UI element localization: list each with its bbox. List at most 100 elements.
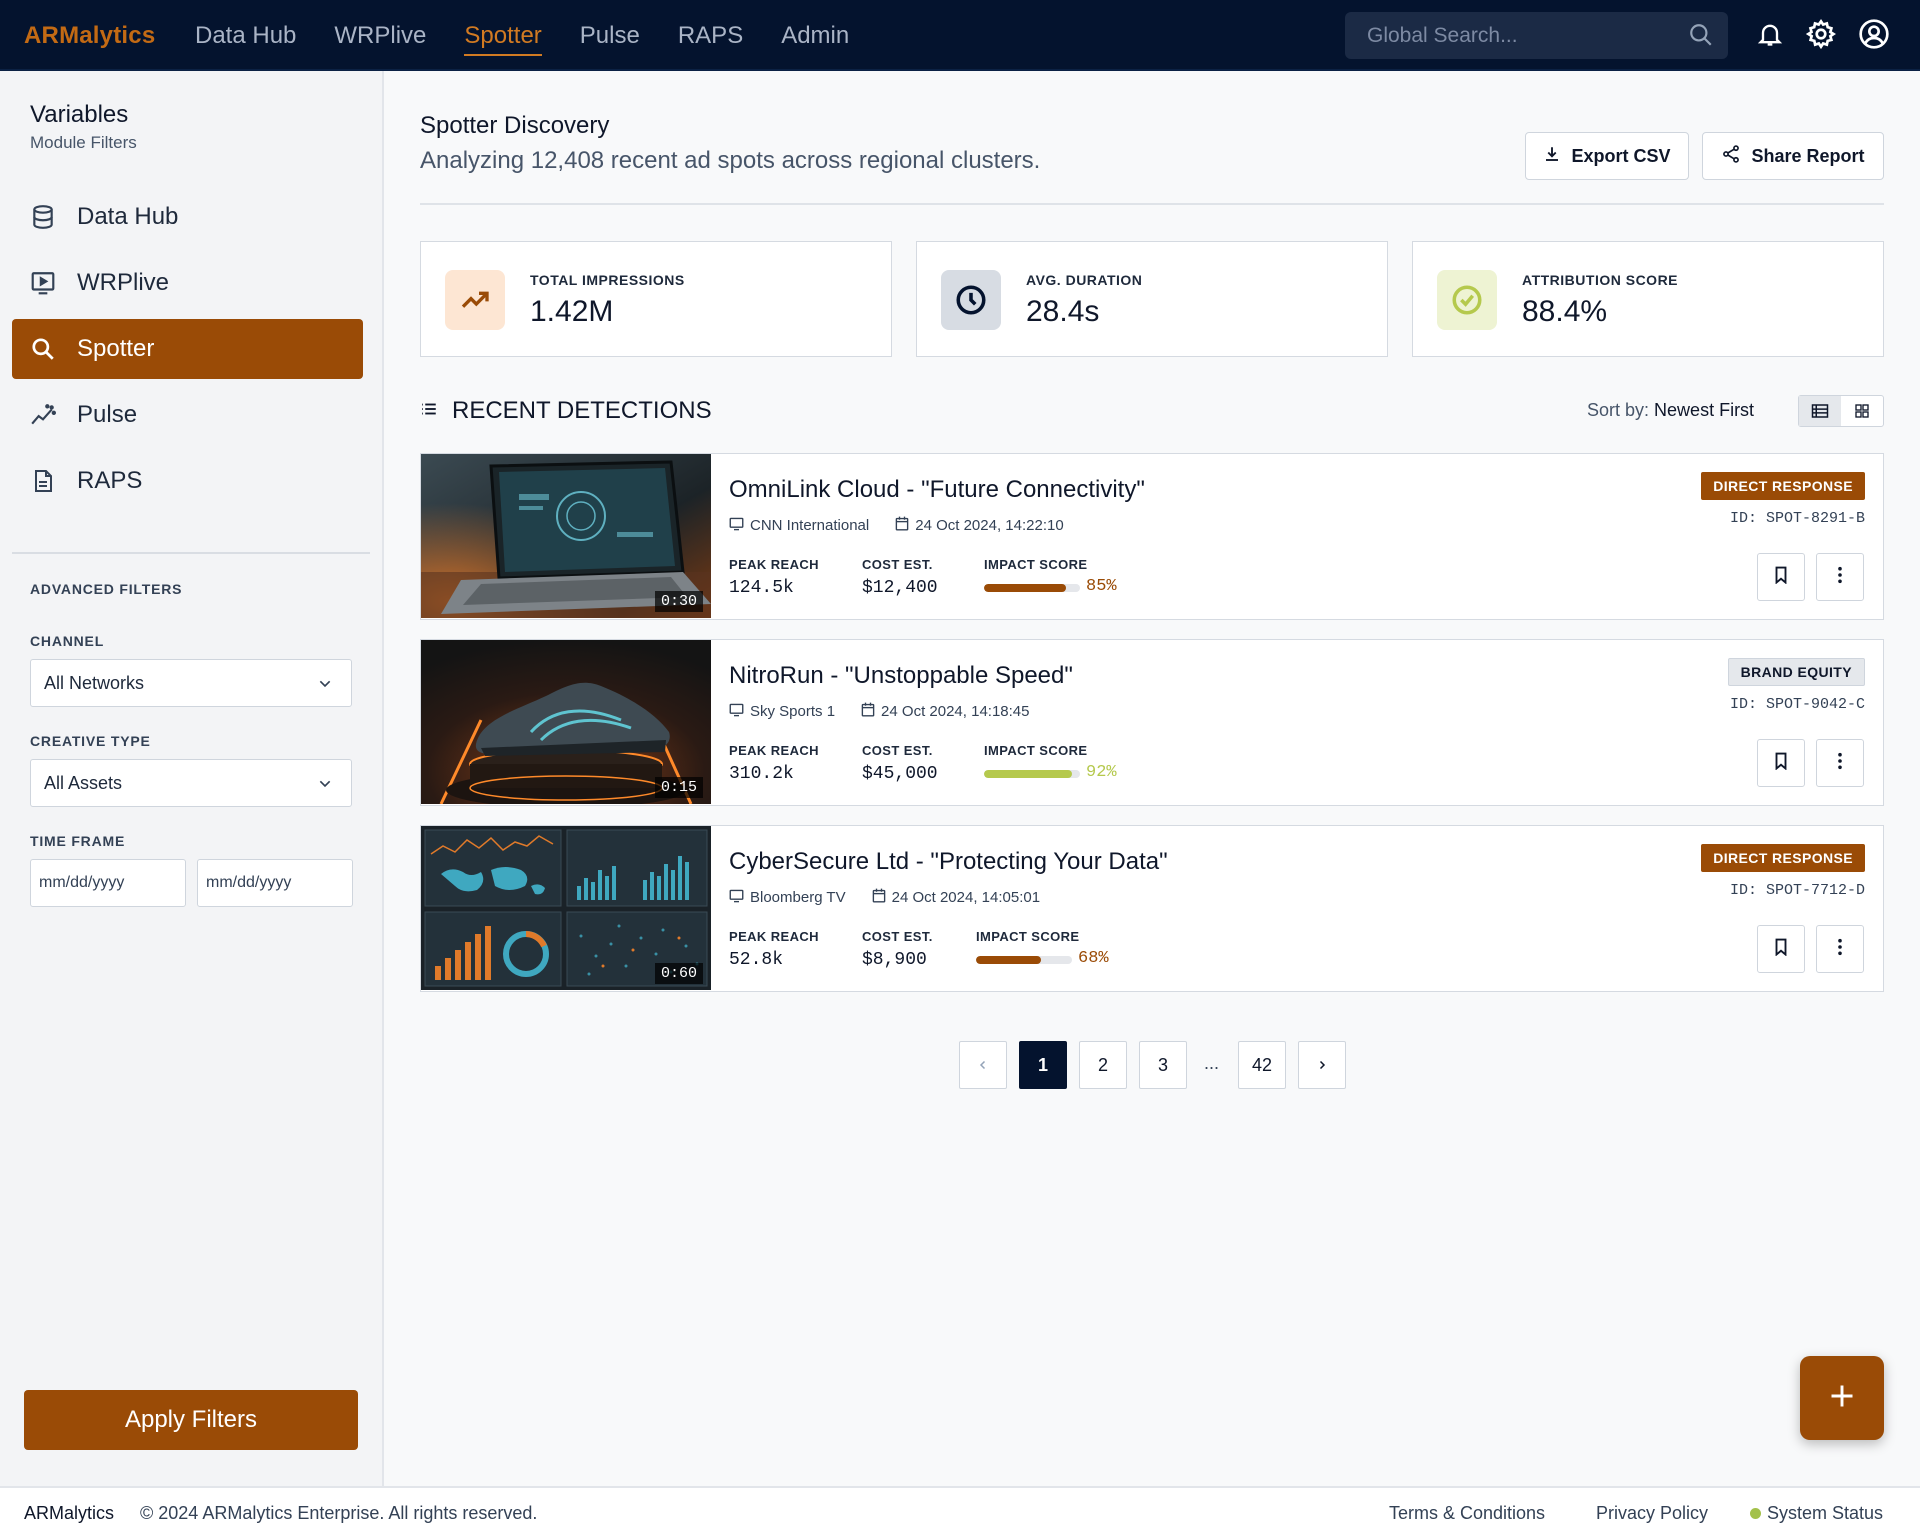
terms-link[interactable]: Terms & Conditions	[1389, 1503, 1545, 1524]
cost-metric: COST EST. $45,000	[862, 743, 938, 784]
kpi-value: 88.4%	[1522, 295, 1608, 328]
sort-value: Newest First	[1654, 400, 1755, 420]
export-csv-label: Export CSV	[1571, 145, 1671, 166]
metric-label: COST EST.	[862, 929, 933, 944]
system-status-link[interactable]: System Status	[1750, 1503, 1883, 1524]
brand-logo[interactable]: ARMalytics	[24, 22, 155, 50]
kpi-label: ATTRIBUTION SCORE	[1522, 272, 1679, 288]
tv-icon	[729, 703, 744, 721]
thumbnail-laptop[interactable]: 0:30	[421, 454, 711, 618]
bell-icon[interactable]	[1752, 16, 1788, 52]
grid-view-icon[interactable]	[1841, 396, 1883, 426]
database-icon	[29, 203, 57, 231]
topnav-admin[interactable]: Admin	[781, 0, 849, 71]
sidebar-item-label: Data Hub	[77, 203, 179, 230]
sidebar-item-data-hub[interactable]: Data Hub	[12, 187, 363, 247]
page-button-42[interactable]: 42	[1238, 1041, 1286, 1089]
channel-name: Bloomberg TV	[750, 889, 846, 906]
impact-score-value: 68%	[1078, 949, 1109, 968]
bookmark-button[interactable]	[1757, 739, 1805, 787]
calendar-icon	[861, 702, 875, 721]
bookmark-button[interactable]	[1757, 925, 1805, 973]
bookmark-button[interactable]	[1757, 553, 1805, 601]
metric-label: PEAK REACH	[729, 929, 819, 944]
recent-detections-title: RECENT DETECTIONS	[452, 397, 712, 424]
metric-label: PEAK REACH	[729, 557, 819, 572]
user-circle-icon[interactable]	[1856, 16, 1892, 52]
plus-icon	[1828, 1382, 1856, 1415]
spot-title[interactable]: OmniLink Cloud - "Future Connectivity"	[729, 476, 1145, 504]
system-status-label: System Status	[1767, 1503, 1884, 1523]
sidebar-item-spotter[interactable]: Spotter	[12, 319, 363, 379]
kpi-value: 28.4s	[1026, 295, 1100, 328]
category-badge: BRAND EQUITY	[1727, 658, 1865, 686]
topnav-data-hub[interactable]: Data Hub	[195, 0, 296, 71]
metric-label: IMPACT SCORE	[984, 743, 1088, 758]
more-options-button[interactable]	[1816, 925, 1864, 973]
search-icon[interactable]	[1688, 22, 1714, 53]
detection-datetime: 24 Oct 2024, 14:22:10	[915, 517, 1064, 534]
detection-datetime: 24 Oct 2024, 14:18:45	[881, 703, 1030, 720]
detection-card[interactable]: 0:60 CyberSecure Ltd - "Protecting Your …	[420, 825, 1884, 992]
list-view-icon[interactable]	[1799, 396, 1841, 426]
sidebar-title: Variables	[30, 101, 129, 128]
category-badge: DIRECT RESPONSE	[1701, 472, 1865, 500]
creative-type-select-value: All Assets	[44, 772, 123, 793]
more-options-button[interactable]	[1816, 553, 1864, 601]
sidebar-divider	[12, 552, 370, 554]
more-vertical-icon	[1837, 938, 1843, 961]
tv-icon	[729, 517, 744, 535]
date-to-input[interactable]	[197, 859, 353, 907]
gear-icon[interactable]	[1803, 16, 1839, 52]
topnav-pulse[interactable]: Pulse	[580, 0, 640, 71]
creative-type-select[interactable]: All Assets	[30, 759, 352, 807]
sidebar-item-wrplive[interactable]: WRPlive	[12, 253, 363, 313]
next-page-button[interactable]	[1298, 1041, 1346, 1089]
privacy-link[interactable]: Privacy Policy	[1596, 1503, 1708, 1524]
page-ellipsis: ...	[1204, 1053, 1220, 1073]
sidebar-item-raps[interactable]: RAPS	[12, 451, 363, 511]
detection-card[interactable]: 0:15 NitroRun - "Unstoppable Speed" Sky …	[420, 639, 1884, 806]
apply-filters-button[interactable]: Apply Filters	[24, 1390, 358, 1450]
topnav-wrplive[interactable]: WRPlive	[334, 0, 426, 71]
thumbnail-sneaker[interactable]: 0:15	[421, 640, 711, 804]
sort-control[interactable]: Sort by: Newest First	[1587, 400, 1754, 421]
chevron-left-icon	[977, 1055, 989, 1076]
date-from-input[interactable]	[30, 859, 186, 907]
spot-title[interactable]: NitroRun - "Unstoppable Speed"	[729, 662, 1073, 690]
add-button[interactable]	[1800, 1356, 1884, 1440]
page-subtitle: Analyzing 12,408 recent ad spots across …	[420, 147, 1041, 174]
chevron-down-icon	[317, 676, 333, 697]
topnav-raps[interactable]: RAPS	[678, 0, 743, 71]
detection-datetime: 24 Oct 2024, 14:05:01	[891, 889, 1041, 906]
prev-page-button[interactable]	[959, 1041, 1007, 1089]
download-icon	[1543, 145, 1561, 168]
more-options-button[interactable]	[1816, 739, 1864, 787]
topnav-spotter[interactable]: Spotter	[464, 0, 543, 71]
cost-metric: COST EST. $8,900	[862, 929, 933, 970]
check-circle-icon	[1437, 270, 1497, 330]
metric-value: $45,000	[862, 764, 938, 784]
peak-reach-metric: PEAK REACH 124.5k	[729, 557, 819, 598]
impact-score-value: 92%	[1086, 763, 1117, 782]
share-report-button[interactable]: Share Report	[1702, 132, 1884, 180]
sidebar-item-label: Spotter	[77, 335, 155, 362]
global-search-input[interactable]	[1345, 12, 1728, 59]
impact-score-bar	[984, 770, 1080, 778]
sidebar-item-label: RAPS	[77, 467, 143, 494]
detection-card[interactable]: 0:30 OmniLink Cloud - "Future Connectivi…	[420, 453, 1884, 620]
page-button-2[interactable]: 2	[1079, 1041, 1127, 1089]
channel-name: CNN International	[750, 517, 870, 534]
export-csv-button[interactable]: Export CSV	[1525, 132, 1689, 180]
page-button-1[interactable]: 1	[1019, 1041, 1067, 1089]
footer-brand: ARMalytics	[24, 1503, 115, 1523]
channel-select[interactable]: All Networks	[30, 659, 352, 707]
kpi-value: 1.42M	[530, 295, 614, 328]
kpi-label: AVG. DURATION	[1026, 272, 1143, 288]
thumbnail-dashboard[interactable]: 0:60	[421, 826, 711, 990]
page-button-3[interactable]: 3	[1139, 1041, 1187, 1089]
peak-reach-metric: PEAK REACH 310.2k	[729, 743, 819, 784]
sidebar-item-pulse[interactable]: Pulse	[12, 385, 363, 445]
more-vertical-icon	[1837, 752, 1843, 775]
spot-title[interactable]: CyberSecure Ltd - "Protecting Your Data"	[729, 848, 1168, 876]
